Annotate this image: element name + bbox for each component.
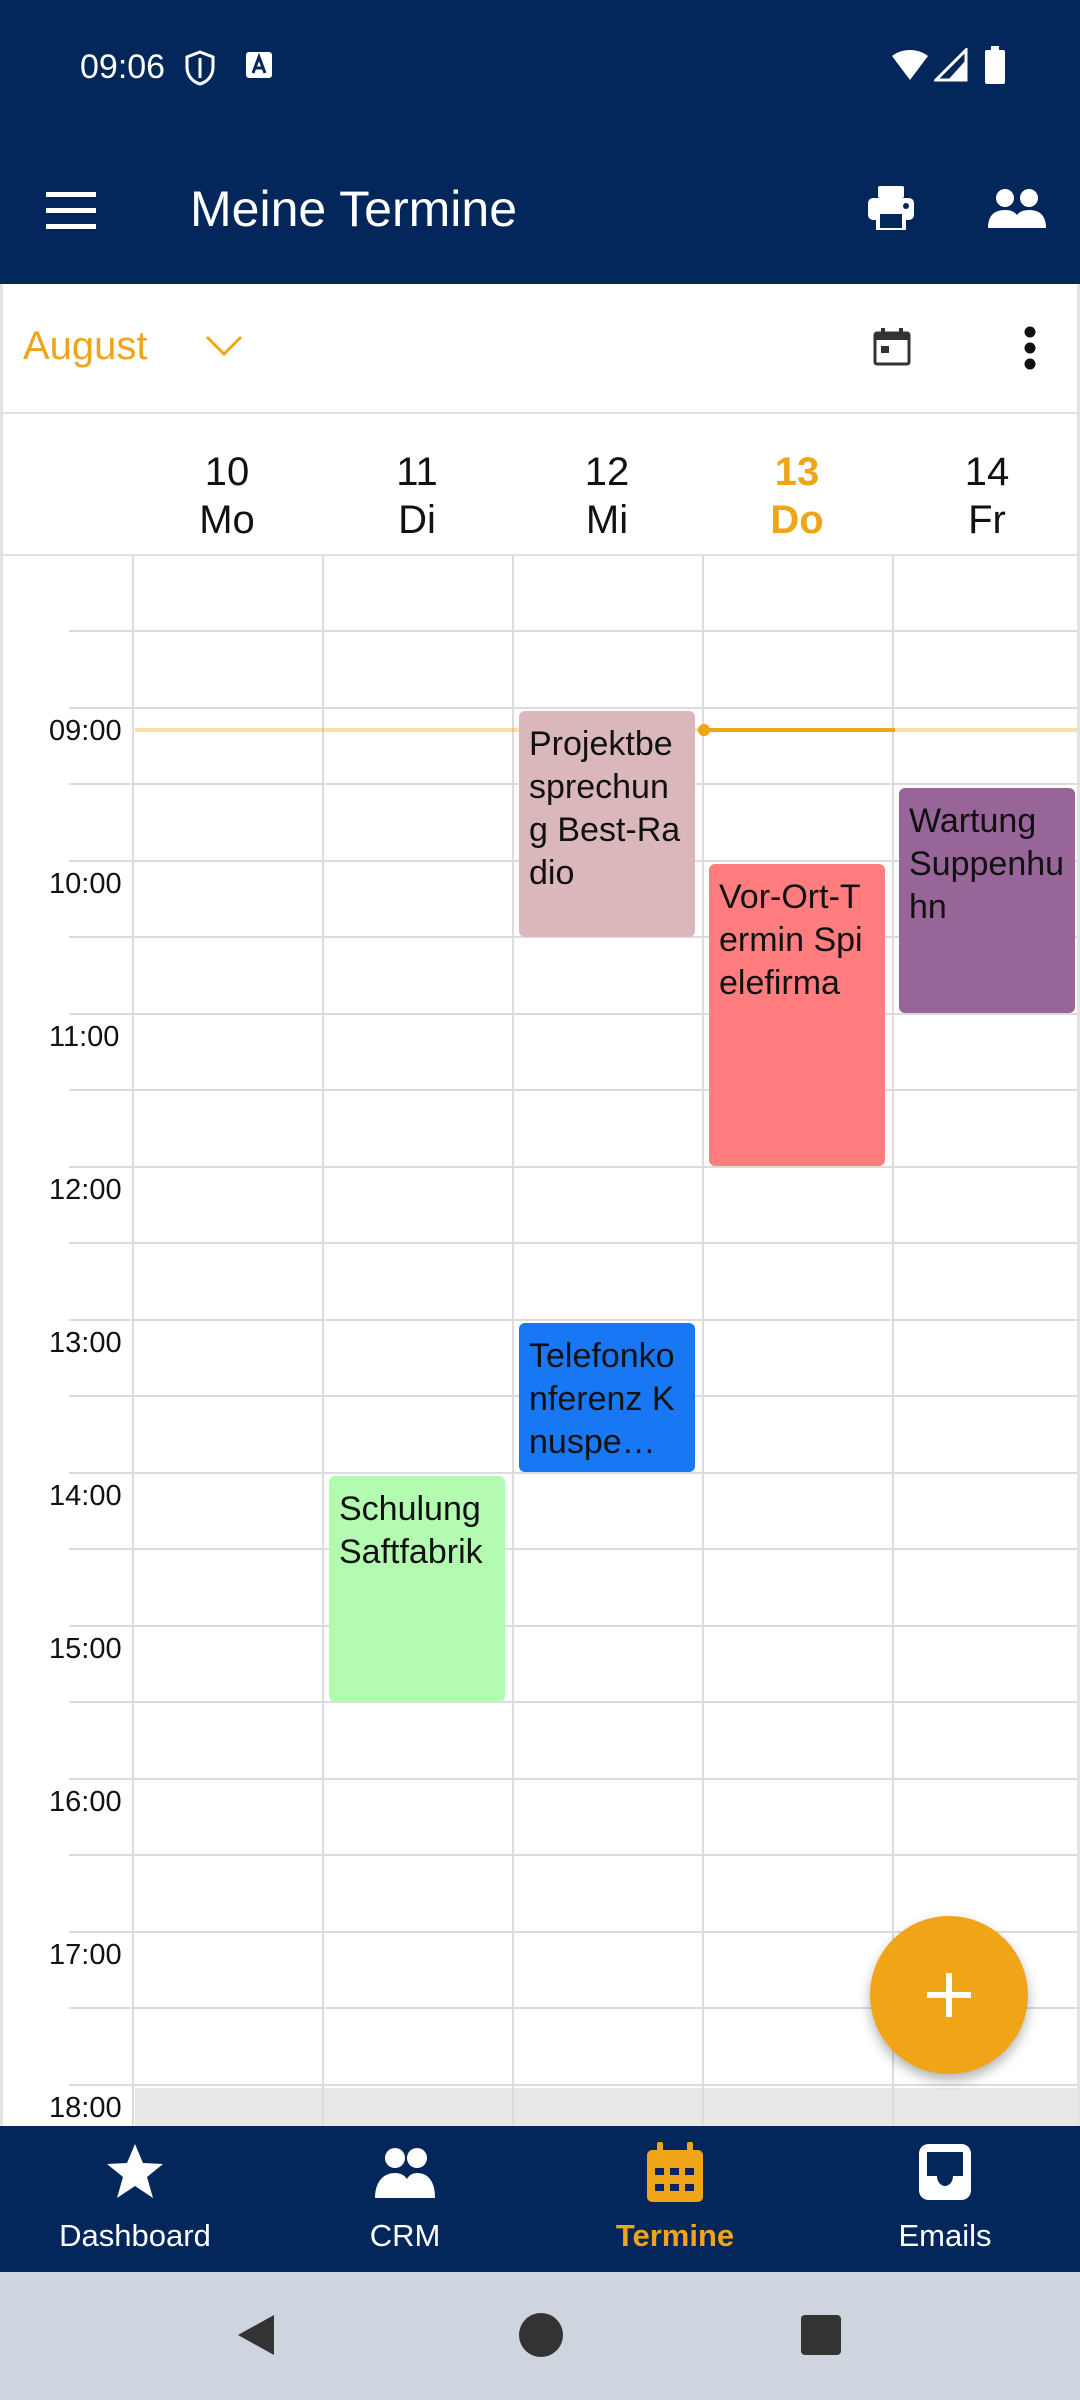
appointment-title: Telefonkonferenz Knuspe… bbox=[529, 1337, 675, 1461]
time-label: 17:00 bbox=[49, 1939, 122, 1971]
keyboard-a-icon bbox=[244, 50, 274, 85]
menu-icon[interactable] bbox=[46, 190, 98, 235]
status-time: 09:06 bbox=[80, 48, 166, 86]
off-hours-shade bbox=[135, 2088, 1077, 2126]
chevron-down-icon[interactable] bbox=[205, 334, 243, 363]
recents-icon[interactable] bbox=[800, 2314, 842, 2361]
time-label: 13:00 bbox=[49, 1327, 122, 1359]
day-header-mo[interactable]: 10 Mo bbox=[132, 448, 322, 544]
appointment-event[interactable]: Projektbesprechung Best-Radio bbox=[519, 711, 695, 937]
day-number: 14 bbox=[964, 450, 1010, 494]
plus-icon bbox=[927, 1973, 971, 2017]
day-name: Mo bbox=[199, 498, 255, 542]
nav-label: Emails bbox=[898, 2218, 992, 2253]
bottom-navigation: Dashboard CRM Termine Emails bbox=[0, 2126, 1080, 2272]
appointment-event[interactable]: Wartung Suppenhuhn bbox=[899, 787, 1075, 1013]
column-divider bbox=[892, 556, 894, 2126]
day-header-do[interactable]: 13 Do bbox=[702, 448, 892, 544]
time-label: 15:00 bbox=[49, 1633, 122, 1665]
nav-label: Dashboard bbox=[59, 2218, 211, 2253]
appointment-title: Wartung Suppenhuhn bbox=[909, 801, 1065, 926]
day-header-mi[interactable]: 12 Mi bbox=[512, 448, 702, 544]
day-name: Do bbox=[770, 498, 824, 542]
add-appointment-button[interactable] bbox=[870, 1916, 1028, 2074]
day-header-fr[interactable]: 14 Fr bbox=[892, 448, 1080, 544]
column-divider bbox=[702, 556, 704, 2126]
appointment-event[interactable]: Telefonkonferenz Knuspe… bbox=[519, 1323, 695, 1472]
time-label: 09:00 bbox=[49, 715, 122, 747]
appointment-event[interactable]: Schulung Saftfabrik bbox=[329, 1476, 505, 1702]
column-divider bbox=[132, 556, 134, 2126]
day-header: 10 Mo 11 Di 12 Mi 13 Do 14 Fr bbox=[0, 414, 1080, 556]
grid-line bbox=[69, 1701, 1077, 1703]
star-icon bbox=[107, 2144, 163, 2198]
column-divider bbox=[322, 556, 324, 2126]
nav-termine[interactable]: Termine bbox=[540, 2126, 810, 2272]
page-title: Meine Termine bbox=[190, 181, 518, 237]
time-label: 14:00 bbox=[49, 1480, 122, 1512]
day-name: Fr bbox=[968, 498, 1006, 542]
signal-icon bbox=[932, 46, 968, 87]
current-time-line-today bbox=[705, 728, 895, 733]
time-label: 10:00 bbox=[49, 868, 122, 900]
nav-label: CRM bbox=[369, 2218, 441, 2253]
calendar-icon bbox=[647, 2142, 703, 2202]
shield-icon bbox=[184, 50, 216, 91]
column-divider bbox=[512, 556, 514, 2126]
battery-icon bbox=[984, 46, 1006, 89]
wifi-icon bbox=[890, 48, 930, 87]
calendar-toolbar: August bbox=[0, 284, 1080, 414]
grid-line bbox=[69, 630, 1077, 632]
time-label: 16:00 bbox=[49, 1786, 122, 1818]
nav-label: Termine bbox=[615, 2218, 735, 2253]
system-navigation bbox=[0, 2272, 1080, 2400]
appointment-event[interactable]: Vor-Ort-Termin Spielefirma bbox=[709, 864, 885, 1166]
month-selector[interactable]: August bbox=[23, 324, 148, 369]
grid-line bbox=[69, 1624, 1077, 1627]
time-label: 18:00 bbox=[49, 2092, 122, 2124]
calendar-today-icon[interactable] bbox=[873, 328, 911, 371]
grid-line bbox=[69, 1089, 1077, 1091]
day-number: 12 bbox=[584, 450, 630, 494]
grid-line bbox=[69, 1165, 1077, 1168]
grid-line bbox=[69, 1318, 1077, 1321]
week-grid[interactable]: 09:00 10:00 11:00 12:00 13:00 14:00 15:00 16:00… bbox=[0, 556, 1080, 2126]
grid-line bbox=[69, 706, 1077, 709]
home-icon[interactable] bbox=[518, 2312, 564, 2363]
appointment-title: Schulung Saftfabrik bbox=[339, 1490, 483, 1571]
day-number: 11 bbox=[396, 450, 438, 494]
appointment-title: Vor-Ort-Termin Spielefirma bbox=[719, 878, 863, 1002]
nav-emails[interactable]: Emails bbox=[810, 2126, 1080, 2272]
grid-line bbox=[69, 2083, 1077, 2086]
grid-line bbox=[69, 1854, 1077, 1856]
nav-dashboard[interactable]: Dashboard bbox=[0, 2126, 270, 2272]
grid-line bbox=[69, 1777, 1077, 1780]
appointment-title: Projektbesprechung Best-Radio bbox=[529, 725, 681, 892]
time-label: 11:00 bbox=[49, 1021, 120, 1053]
grid-line bbox=[69, 1548, 1077, 1550]
status-bar: 09:06 bbox=[0, 0, 1080, 136]
group-icon[interactable] bbox=[988, 188, 1046, 233]
grid-line bbox=[69, 1242, 1077, 1244]
nav-crm[interactable]: CRM bbox=[270, 2126, 540, 2272]
day-header-di[interactable]: 11 Di bbox=[322, 448, 512, 544]
people-icon bbox=[375, 2148, 435, 2198]
day-number: 13 bbox=[774, 450, 820, 494]
day-name: Mi bbox=[585, 498, 629, 542]
current-time-dot bbox=[698, 724, 710, 737]
inbox-icon bbox=[919, 2144, 971, 2200]
more-vert-icon[interactable] bbox=[1023, 326, 1037, 375]
app-bar: Meine Termine bbox=[0, 136, 1080, 284]
day-name: Di bbox=[398, 498, 436, 542]
day-number: 10 bbox=[204, 450, 250, 494]
back-icon[interactable] bbox=[234, 2312, 278, 2363]
print-icon[interactable] bbox=[868, 186, 914, 235]
time-label: 12:00 bbox=[49, 1174, 122, 1206]
